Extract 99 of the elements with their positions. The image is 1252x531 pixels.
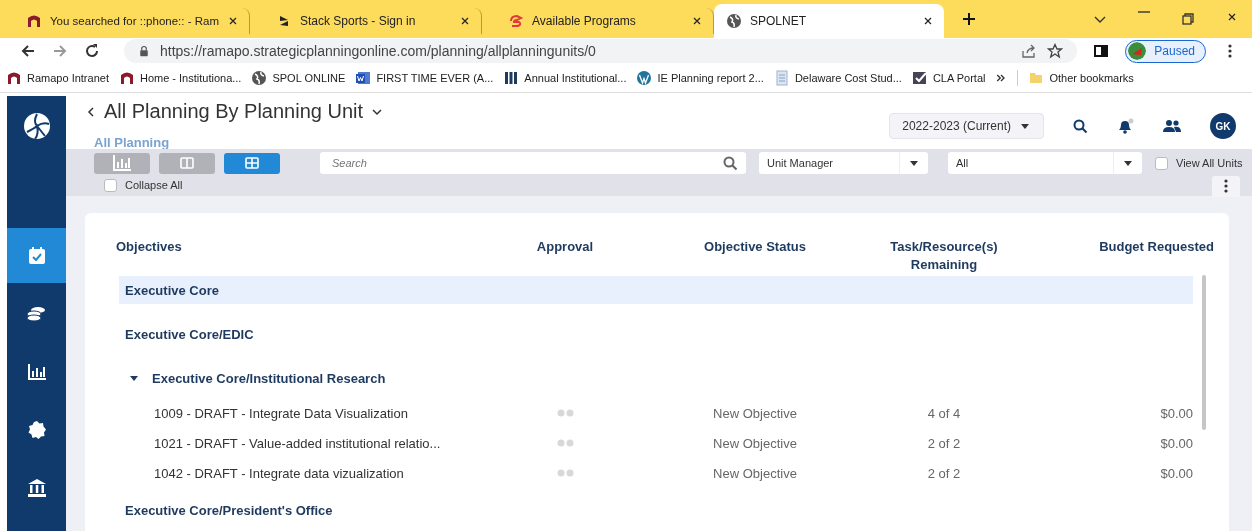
folder-icon	[1028, 70, 1045, 86]
table-cell-text: New Objective	[712, 404, 798, 423]
close-icon	[227, 15, 239, 27]
search-button[interactable]	[1072, 118, 1088, 134]
profile-button[interactable]: Paused	[1125, 39, 1206, 63]
side-panel-icon	[1093, 43, 1110, 59]
bookmark-icon	[6, 70, 22, 86]
browser-tab[interactable]: Stack Sports - Sign in	[250, 8, 482, 34]
column-header: Approval	[535, 238, 595, 256]
group-row[interactable]: Executive Core/Institutional Research	[119, 364, 1193, 392]
minimize-icon	[1138, 11, 1150, 13]
status-dots-icon	[556, 469, 574, 477]
table-cell-text: New Objective	[712, 464, 798, 483]
checkbox-label: View All Units	[1176, 157, 1243, 169]
columns-icon	[179, 155, 195, 171]
close-icon	[1226, 11, 1238, 23]
bell-icon	[1116, 118, 1134, 134]
bookmark[interactable]: Home - Institutiona...	[118, 70, 242, 86]
year-selector[interactable]: 2022-2023 (Current)	[889, 113, 1044, 139]
column-header: Objectives	[116, 238, 183, 256]
favicon-icon	[26, 13, 42, 29]
forward-icon	[52, 43, 68, 59]
table-cell-text: $0.00	[1159, 404, 1194, 423]
more-button[interactable]	[1212, 175, 1240, 197]
close-icon	[922, 15, 934, 27]
calendar-icon	[26, 245, 47, 266]
table-cell-text: 4 of 4	[926, 404, 962, 423]
reload-icon	[84, 43, 100, 59]
bookmark[interactable]: IE Planning report 2...	[636, 70, 764, 86]
close-icon	[691, 15, 703, 27]
bookmark-icon	[911, 70, 928, 86]
browser-tab[interactable]: You searched for ::phone:: - Ram	[0, 8, 250, 34]
status-dots-icon	[556, 409, 574, 417]
close-icon	[459, 15, 471, 27]
plus-icon	[961, 11, 977, 27]
view-toggle[interactable]	[94, 152, 150, 174]
bookmark-icon	[636, 70, 653, 86]
column-header: Objective Status	[703, 238, 807, 256]
restore-icon	[1180, 11, 1196, 27]
dropdown[interactable]: All	[948, 152, 1142, 174]
page-title: All Planning By Planning Unit	[104, 100, 364, 123]
bookmark[interactable]: Annual Institutional...	[503, 70, 627, 86]
bookmark-folder[interactable]: Other bookmarks	[1028, 70, 1134, 86]
bar-chart-icon	[26, 361, 47, 382]
table-cell-text: $0.00	[1159, 464, 1194, 483]
table-cell-text: 2 of 2	[926, 434, 962, 453]
table-cell-text: 1021 - DRAFT - Value-added institutional relatio...	[153, 434, 442, 453]
table-cell-text: New Objective	[712, 434, 798, 453]
address-bar[interactable]: https://ramapo.strategicplanningonline.com/planning/allplanningunits/0	[124, 39, 1078, 63]
grid-icon	[244, 155, 260, 171]
people-icon	[1162, 118, 1182, 134]
bank-icon	[26, 477, 47, 498]
tab-title: Stack Sports - Sign in	[300, 14, 417, 28]
bar-chart-icon	[112, 153, 132, 173]
checkbox[interactable]	[104, 178, 117, 192]
bookmark[interactable]: FIRST TIME EVER (A...	[355, 70, 494, 86]
group-row[interactable]: Executive Core	[119, 276, 1193, 304]
bookmark-icon	[503, 70, 520, 86]
favicon-icon	[508, 13, 524, 29]
scrollbar[interactable]	[1202, 275, 1206, 430]
search-icon	[722, 155, 738, 171]
view-toggle[interactable]	[159, 152, 215, 174]
checkbox-label: Collapse All	[125, 179, 183, 191]
search-field[interactable]: Search	[320, 152, 746, 174]
search-icon	[1072, 118, 1088, 134]
tab-title: SPOLNET	[750, 14, 807, 28]
bookmark-icon	[773, 70, 790, 86]
favicon-icon	[726, 13, 742, 29]
column-header: Task/Resource(s) Remaining	[889, 238, 999, 274]
tab-title: You searched for ::phone:: - Ram	[50, 15, 219, 27]
back-icon	[86, 105, 96, 118]
share-icon	[1021, 43, 1038, 59]
bookmark-icon	[251, 70, 268, 86]
bookmark[interactable]: Ramapo Intranet	[6, 70, 109, 86]
checkbox[interactable]	[1155, 156, 1168, 170]
table-cell-text: 1009 - DRAFT - Integrate Data Visualization	[153, 404, 409, 423]
bookmark[interactable]: Delaware Cost Stud...	[773, 70, 902, 86]
user-avatar[interactable]: GK	[1210, 113, 1236, 139]
dropdown[interactable]: Unit Manager	[759, 152, 928, 174]
table-cell-text: 2 of 2	[926, 464, 962, 483]
star-icon	[1047, 43, 1064, 59]
browser-tab[interactable]: SPOLNET	[714, 4, 944, 38]
column-header: Budget Requested	[1098, 238, 1214, 256]
group-row[interactable]: Executive Core/EDIC	[119, 320, 1193, 348]
notifications-button[interactable]	[1116, 118, 1134, 134]
bookmark-icon	[118, 70, 135, 86]
users-button[interactable]	[1162, 118, 1182, 134]
lock-icon	[138, 45, 150, 57]
profile-avatar-icon	[1128, 42, 1147, 60]
status-dots-icon	[556, 439, 574, 447]
bookmark-icon	[355, 70, 372, 86]
table-cell-text: 1042 - DRAFT - Integrate data vizualization	[153, 464, 405, 483]
group-row[interactable]: Executive Core/President's Office	[119, 496, 1193, 524]
tab-title: Available Programs	[532, 14, 637, 28]
view-toggle[interactable]	[224, 152, 280, 174]
bookmark[interactable]: CLA Portal	[911, 70, 986, 86]
table-cell-text: $0.00	[1159, 434, 1194, 453]
back-icon	[20, 43, 36, 59]
bookmark[interactable]: SPOL ONLINE	[251, 70, 346, 86]
